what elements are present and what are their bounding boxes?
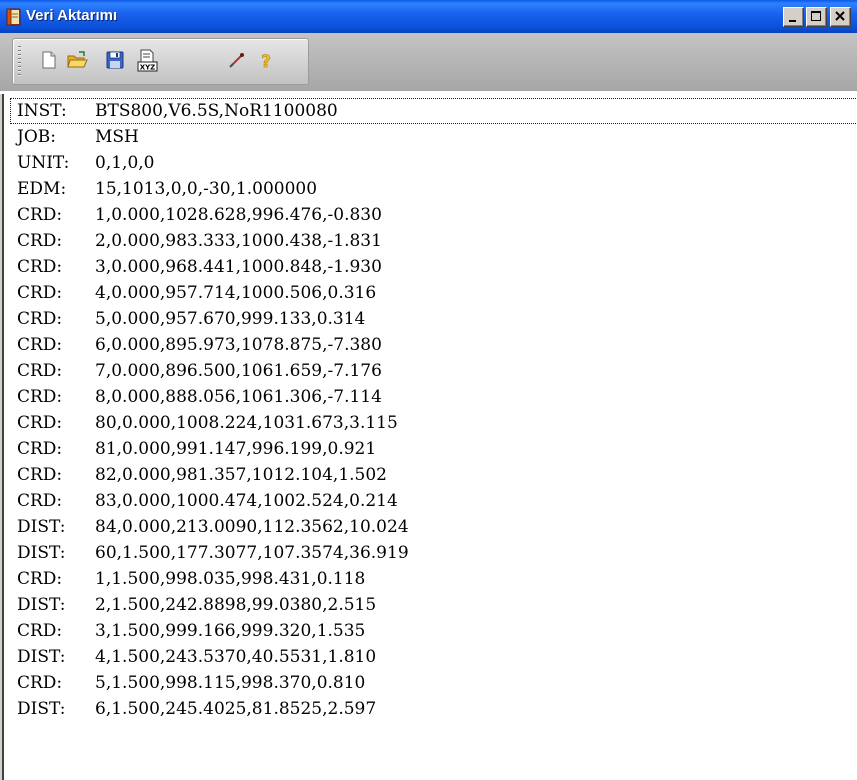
record-code: DIST: xyxy=(17,647,66,667)
record-code: INST: xyxy=(17,101,67,121)
record-value: 4,0.000,957.714,1000.506,0.316 xyxy=(95,283,377,303)
text-line[interactable]: DIST: 84,0.000,213.0090,112.3562,10.024 xyxy=(10,514,857,540)
question-mark-icon: ? xyxy=(261,52,271,71)
text-line[interactable]: CRD: 3,1.500,999.166,999.320,1.535 xyxy=(10,618,857,644)
text-line[interactable]: EDM: 15,1013,0,0,-30,1.000000 xyxy=(10,176,857,202)
data-lines: INST: BTS800,V6.5S,NoR1100080 JOB: MSH UNIT:… xyxy=(10,98,857,722)
record-code: CRD: xyxy=(17,387,63,407)
close-button[interactable] xyxy=(830,7,851,27)
new-document-icon xyxy=(42,51,56,69)
text-line[interactable]: CRD: 5,0.000,957.670,999.133,0.314 xyxy=(10,306,857,332)
maximize-button[interactable] xyxy=(806,7,827,27)
text-line[interactable]: CRD: 8,0.000,888.056,1061.306,-7.114 xyxy=(10,384,857,410)
record-value: 5,0.000,957.670,999.133,0.314 xyxy=(95,309,366,329)
text-line[interactable]: CRD: 3,0.000,968.441,1000.848,-1.930 xyxy=(10,254,857,280)
record-code: CRD: xyxy=(17,465,63,485)
record-code: EDM: xyxy=(17,179,67,199)
record-code: CRD: xyxy=(17,439,63,459)
toolbar-grip[interactable] xyxy=(18,46,21,78)
close-icon xyxy=(835,11,845,21)
record-value: 0,1,0,0 xyxy=(95,153,155,173)
text-line[interactable]: CRD: 5,1.500,998.115,998.370,0.810 xyxy=(10,670,857,696)
text-line[interactable]: CRD: 2,0.000,983.333,1000.438,-1.831 xyxy=(10,228,857,254)
record-value: 82,0.000,981.357,1012.104,1.502 xyxy=(95,465,387,485)
window-title: Veri Aktarımı xyxy=(26,7,118,24)
xyz-export-icon: XYZ xyxy=(137,49,158,72)
record-code: DIST: xyxy=(17,543,66,563)
record-value: 3,0.000,968.441,1000.848,-1.930 xyxy=(95,257,382,277)
record-value: 60,1.500,177.3077,107.3574,36.919 xyxy=(95,543,409,563)
record-code: CRD: xyxy=(17,309,63,329)
record-code: CRD: xyxy=(17,621,63,641)
record-code: CRD: xyxy=(17,257,63,277)
record-code: DIST: xyxy=(17,699,66,719)
help-button[interactable]: ? xyxy=(255,49,277,71)
record-value: BTS800,V6.5S,NoR1100080 xyxy=(95,101,338,121)
minimize-button[interactable] xyxy=(783,7,804,27)
text-line[interactable]: INST: BTS800,V6.5S,NoR1100080 xyxy=(10,98,857,124)
help-label: ? xyxy=(261,52,271,71)
record-value: 4,1.500,243.5370,40.5531,1.810 xyxy=(95,647,377,667)
record-value: 6,1.500,245.4025,81.8525,2.597 xyxy=(95,699,377,719)
record-value: 15,1013,0,0,-30,1.000000 xyxy=(95,179,318,199)
record-code: CRD: xyxy=(17,231,63,251)
text-line[interactable]: DIST: 4,1.500,243.5370,40.5531,1.810 xyxy=(10,644,857,670)
record-value: MSH xyxy=(95,127,139,147)
floppy-disk-icon xyxy=(106,51,124,69)
text-area-border xyxy=(0,94,10,780)
text-line[interactable]: CRD: 83,0.000,1000.474,1002.524,0.214 xyxy=(10,488,857,514)
record-code: CRD: xyxy=(17,491,63,511)
text-line[interactable]: CRD: 1,1.500,998.035,998.431,0.118 xyxy=(10,566,857,592)
record-value: 7,0.000,896.500,1061.659,-7.176 xyxy=(95,361,382,381)
text-area[interactable]: INST: BTS800,V6.5S,NoR1100080 JOB: MSH UNIT:… xyxy=(0,94,857,780)
record-code: CRD: xyxy=(17,569,63,589)
maximize-icon xyxy=(811,11,821,21)
text-line[interactable]: DIST: 6,1.500,245.4025,81.8525,2.597 xyxy=(10,696,857,722)
record-code: UNIT: xyxy=(17,153,70,173)
record-value: 2,1.500,242.8898,99.0380,2.515 xyxy=(95,595,377,615)
record-value: 80,0.000,1008.224,1031.673,3.115 xyxy=(95,413,398,433)
save-button[interactable] xyxy=(104,49,126,71)
xyz-label: XYZ xyxy=(140,64,156,72)
tool-button[interactable] xyxy=(226,49,248,71)
record-value: 2,0.000,983.333,1000.438,-1.831 xyxy=(95,231,382,251)
record-value: 81,0.000,991.147,996.199,0.921 xyxy=(95,439,377,459)
open-button[interactable] xyxy=(66,49,88,71)
record-value: 6,0.000,895.973,1078.875,-7.380 xyxy=(95,335,382,355)
record-code: CRD: xyxy=(17,361,63,381)
text-line[interactable]: DIST: 2,1.500,242.8898,99.0380,2.515 xyxy=(10,592,857,618)
text-line[interactable]: CRD: 1,0.000,1028.628,996.476,-0.830 xyxy=(10,202,857,228)
record-code: CRD: xyxy=(17,205,63,225)
record-value: 83,0.000,1000.474,1002.524,0.214 xyxy=(95,491,398,511)
record-code: JOB: xyxy=(17,127,56,147)
record-value: 3,1.500,999.166,999.320,1.535 xyxy=(95,621,366,641)
text-line[interactable]: CRD: 82,0.000,981.357,1012.104,1.502 xyxy=(10,462,857,488)
record-code: CRD: xyxy=(17,283,63,303)
record-value: 5,1.500,998.115,998.370,0.810 xyxy=(95,673,366,693)
app-book-icon xyxy=(6,8,21,26)
text-line[interactable]: CRD: 7,0.000,896.500,1061.659,-7.176 xyxy=(10,358,857,384)
text-line[interactable]: DIST: 60,1.500,177.3077,107.3574,36.919 xyxy=(10,540,857,566)
text-line[interactable]: JOB: MSH xyxy=(10,124,857,150)
text-line[interactable]: CRD: 4,0.000,957.714,1000.506,0.316 xyxy=(10,280,857,306)
text-line[interactable]: UNIT: 0,1,0,0 xyxy=(10,150,857,176)
record-code: DIST: xyxy=(17,517,66,537)
record-value: 1,0.000,1028.628,996.476,-0.830 xyxy=(95,205,382,225)
record-value: 8,0.000,888.056,1061.306,-7.114 xyxy=(95,387,382,407)
record-value: 84,0.000,213.0090,112.3562,10.024 xyxy=(95,517,409,537)
text-line[interactable]: CRD: 6,0.000,895.973,1078.875,-7.380 xyxy=(10,332,857,358)
pin-tool-icon xyxy=(229,53,244,68)
text-line[interactable]: CRD: 80,0.000,1008.224,1031.673,3.115 xyxy=(10,410,857,436)
text-line[interactable]: CRD: 81,0.000,991.147,996.199,0.921 xyxy=(10,436,857,462)
record-code: CRD: xyxy=(17,413,63,433)
record-code: CRD: xyxy=(17,673,63,693)
record-code: DIST: xyxy=(17,595,66,615)
record-code: CRD: xyxy=(17,335,63,355)
minimize-icon xyxy=(789,20,796,22)
new-button[interactable] xyxy=(38,49,60,71)
open-folder-icon xyxy=(67,51,88,68)
export-xyz-button[interactable]: XYZ xyxy=(135,49,158,72)
title-bar[interactable]: Veri Aktarımı xyxy=(0,0,857,33)
record-value: 1,1.500,998.035,998.431,0.118 xyxy=(95,569,366,589)
